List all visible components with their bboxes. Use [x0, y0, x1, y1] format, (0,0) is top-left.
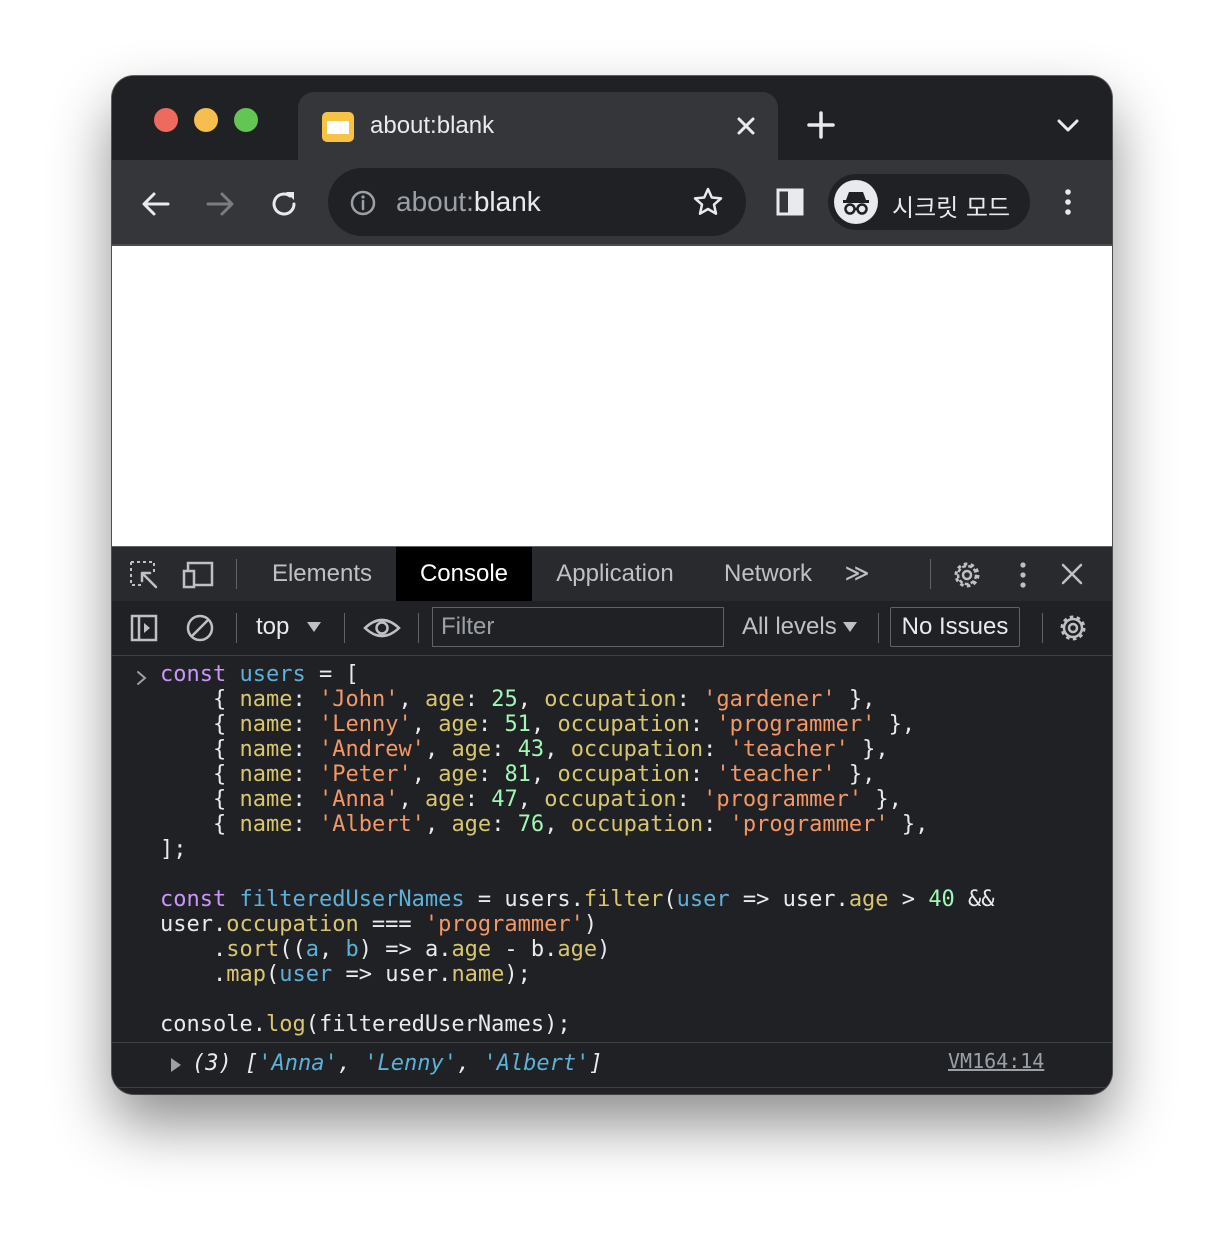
- result-item: 'Anna': [258, 1051, 338, 1076]
- dropdown-arrow-icon[interactable]: [842, 621, 858, 633]
- chevron-down-icon[interactable]: [1052, 112, 1084, 140]
- toolbar-divider: [344, 613, 345, 643]
- console-result-row[interactable]: (3) ['Anna', 'Lenny', 'Albert'] VM164:14: [112, 1042, 1112, 1088]
- devtools-menu-icon[interactable]: [1008, 559, 1038, 591]
- tab-application[interactable]: Application: [542, 547, 688, 601]
- browser-window: about:blank about:blank 시크릿 모드 Elements …: [112, 76, 1112, 1094]
- result-count: (3): [192, 1051, 232, 1076]
- console-input-code[interactable]: const users = [ { name: 'John', age: 25,…: [160, 662, 995, 1037]
- console-output: const users = [ { name: 'John', age: 25,…: [112, 656, 1112, 1094]
- forward-icon[interactable]: [200, 184, 240, 224]
- minimize-window-button[interactable]: [194, 108, 218, 132]
- tab-elements[interactable]: Elements: [256, 547, 388, 601]
- filter-input[interactable]: [432, 607, 724, 647]
- toolbar-divider: [878, 613, 879, 643]
- tab-about-blank[interactable]: about:blank: [298, 92, 778, 160]
- toolbar-divider: [236, 613, 237, 643]
- close-window-button[interactable]: [154, 108, 178, 132]
- toolbar-divider: [1042, 613, 1043, 643]
- expand-triangle-icon[interactable]: [170, 1057, 182, 1073]
- device-toolbar-icon[interactable]: [182, 559, 216, 591]
- star-icon[interactable]: [690, 184, 726, 220]
- url-text[interactable]: about:blank: [396, 186, 541, 218]
- address-bar[interactable]: about:blank: [328, 168, 746, 236]
- toolbar-divider: [418, 613, 419, 643]
- url-prefix: about:: [396, 186, 474, 217]
- maximize-window-button[interactable]: [234, 108, 258, 132]
- result-item: 'Lenny': [364, 1051, 457, 1076]
- more-icon[interactable]: [1048, 182, 1088, 222]
- back-icon[interactable]: [136, 184, 176, 224]
- incognito-indicator[interactable]: 시크릿 모드: [828, 174, 1030, 230]
- page-content: [112, 246, 1112, 546]
- inspect-element-icon[interactable]: [128, 559, 160, 591]
- issues-button[interactable]: No Issues: [890, 607, 1020, 647]
- eye-icon[interactable]: [362, 613, 402, 643]
- tab-network[interactable]: Network: [710, 547, 826, 601]
- source-link[interactable]: VM164:14: [948, 1049, 1044, 1073]
- more-tabs-button[interactable]: ≫: [842, 547, 872, 601]
- reload-icon[interactable]: [264, 184, 304, 224]
- settings-icon[interactable]: [950, 558, 984, 592]
- console-toolbar: top All levels No Issues: [112, 601, 1112, 656]
- close-icon[interactable]: [730, 110, 762, 142]
- close-devtools-icon[interactable]: [1058, 560, 1086, 588]
- sidebar-toggle-icon[interactable]: [128, 612, 160, 644]
- chevron-right-icon: [137, 671, 147, 685]
- incognito-icon: [834, 180, 878, 224]
- log-levels-dropdown[interactable]: All levels: [742, 613, 837, 641]
- tab-title: about:blank: [370, 112, 495, 139]
- url-host: blank: [473, 186, 541, 217]
- toolbar-divider: [236, 559, 237, 589]
- context-selector[interactable]: top: [256, 613, 289, 641]
- browser-toolbar: about:blank 시크릿 모드: [112, 160, 1112, 246]
- console-settings-icon[interactable]: [1056, 611, 1090, 645]
- devtools-tab-bar: Elements Console Application Network ≫: [112, 546, 1112, 602]
- result-item: 'Albert': [483, 1051, 590, 1076]
- incognito-label: 시크릿 모드: [892, 194, 1011, 222]
- toolbar-divider: [930, 559, 931, 589]
- info-icon[interactable]: [348, 188, 378, 218]
- dropdown-arrow-icon[interactable]: [306, 621, 322, 633]
- page-favicon-icon: [322, 112, 354, 142]
- new-tab-icon[interactable]: [804, 108, 838, 142]
- tab-strip: about:blank: [112, 76, 1112, 160]
- result-array: (3) ['Anna', 'Lenny', 'Albert']: [192, 1051, 603, 1076]
- clear-console-icon[interactable]: [184, 612, 216, 644]
- devtools-panel: Elements Console Application Network ≫ t…: [112, 546, 1112, 1094]
- side-panel-icon[interactable]: [770, 182, 810, 222]
- tab-console[interactable]: Console: [396, 547, 532, 601]
